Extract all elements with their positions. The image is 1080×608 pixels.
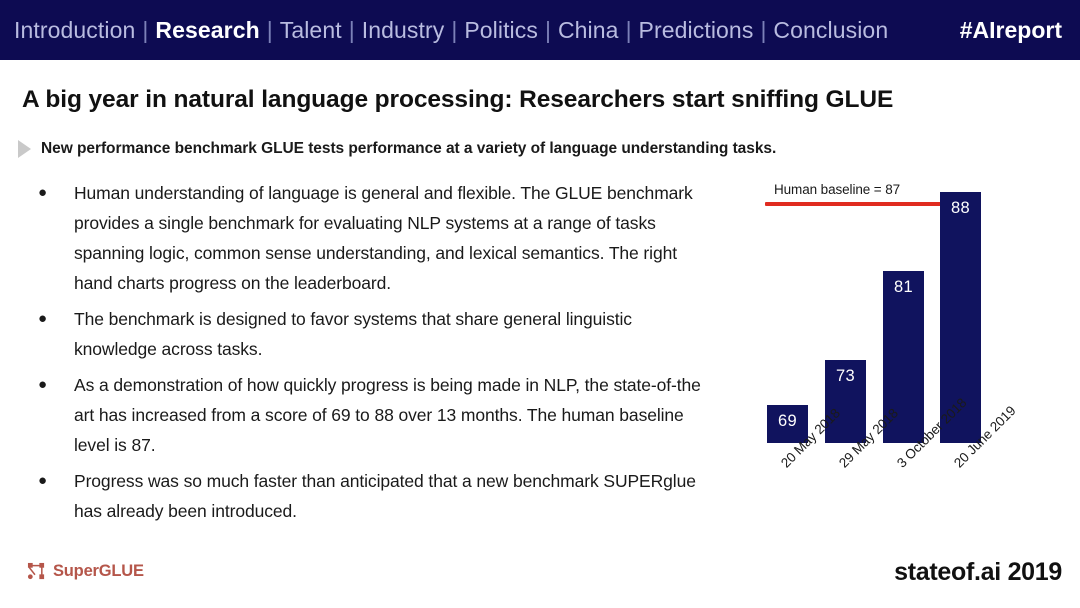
subhead: New performance benchmark GLUE tests per… <box>18 140 776 158</box>
chart-plot-area: Human baseline = 87 69 73 81 88 <box>740 170 1070 455</box>
report-hashtag: #AIreport <box>959 16 1062 43</box>
list-item-text: As a demonstration of how quickly progre… <box>74 375 701 455</box>
nav-separator: | <box>451 16 458 43</box>
bullet-list: ● Human understanding of language is gen… <box>28 178 718 532</box>
bullet-dot-icon: ● <box>38 472 48 489</box>
nav-item-politics[interactable]: Politics <box>464 18 538 42</box>
top-navigation-bar: Introduction | Research | Talent | Indus… <box>0 0 1080 60</box>
bullet-dot-icon: ● <box>38 310 48 327</box>
list-item: ● The benchmark is designed to favor sys… <box>28 304 718 364</box>
nav-separator: | <box>348 16 355 43</box>
human-baseline-line <box>765 201 960 206</box>
triangle-bullet-icon <box>18 140 31 158</box>
list-item-text: The benchmark is designed to favor syste… <box>74 309 632 359</box>
list-item-text: Human understanding of language is gener… <box>74 183 693 293</box>
nav-item-industry[interactable]: Industry <box>362 18 445 42</box>
nav-item-list: Introduction | Research | Talent | Indus… <box>14 16 946 43</box>
list-item-text: Progress was so much faster than anticip… <box>74 471 696 521</box>
bullet-dot-icon: ● <box>38 184 48 201</box>
bullet-dot-icon: ● <box>38 376 48 393</box>
human-baseline-label: Human baseline = 87 <box>774 181 901 197</box>
node-graph-icon <box>27 562 45 580</box>
superglue-logo-text: SuperGLUE <box>53 562 144 580</box>
stateof-ai-brand: stateof.ai 2019 <box>894 558 1062 586</box>
glue-score-bar-chart: Human baseline = 87 69 73 81 88 20 May 2… <box>740 170 1070 560</box>
nav-separator: | <box>760 16 767 43</box>
nav-item-conclusion[interactable]: Conclusion <box>773 18 888 42</box>
bar-value-label: 81 <box>894 277 913 296</box>
list-item: ● Human understanding of language is gen… <box>28 178 718 298</box>
nav-item-china[interactable]: China <box>558 18 619 42</box>
nav-separator: | <box>266 16 273 43</box>
bar-value-label: 73 <box>836 367 855 386</box>
bar[interactable]: 73 <box>825 360 866 443</box>
nav-separator: | <box>625 16 632 43</box>
nav-item-introduction[interactable]: Introduction <box>14 18 135 42</box>
nav-separator: | <box>142 16 149 43</box>
nav-item-predictions[interactable]: Predictions <box>639 18 754 42</box>
page-title: A big year in natural language processin… <box>22 86 894 113</box>
nav-separator: | <box>544 16 551 43</box>
bar-value-label: 88 <box>951 199 970 218</box>
superglue-logo: SuperGLUE <box>27 562 144 581</box>
nav-item-research[interactable]: Research <box>155 18 259 42</box>
list-item: ● As a demonstration of how quickly prog… <box>28 370 718 460</box>
nav-item-talent[interactable]: Talent <box>280 18 342 42</box>
list-item: ● Progress was so much faster than antic… <box>28 466 718 526</box>
subhead-text: New performance benchmark GLUE tests per… <box>41 140 777 157</box>
bar-value-label: 69 <box>778 411 797 430</box>
